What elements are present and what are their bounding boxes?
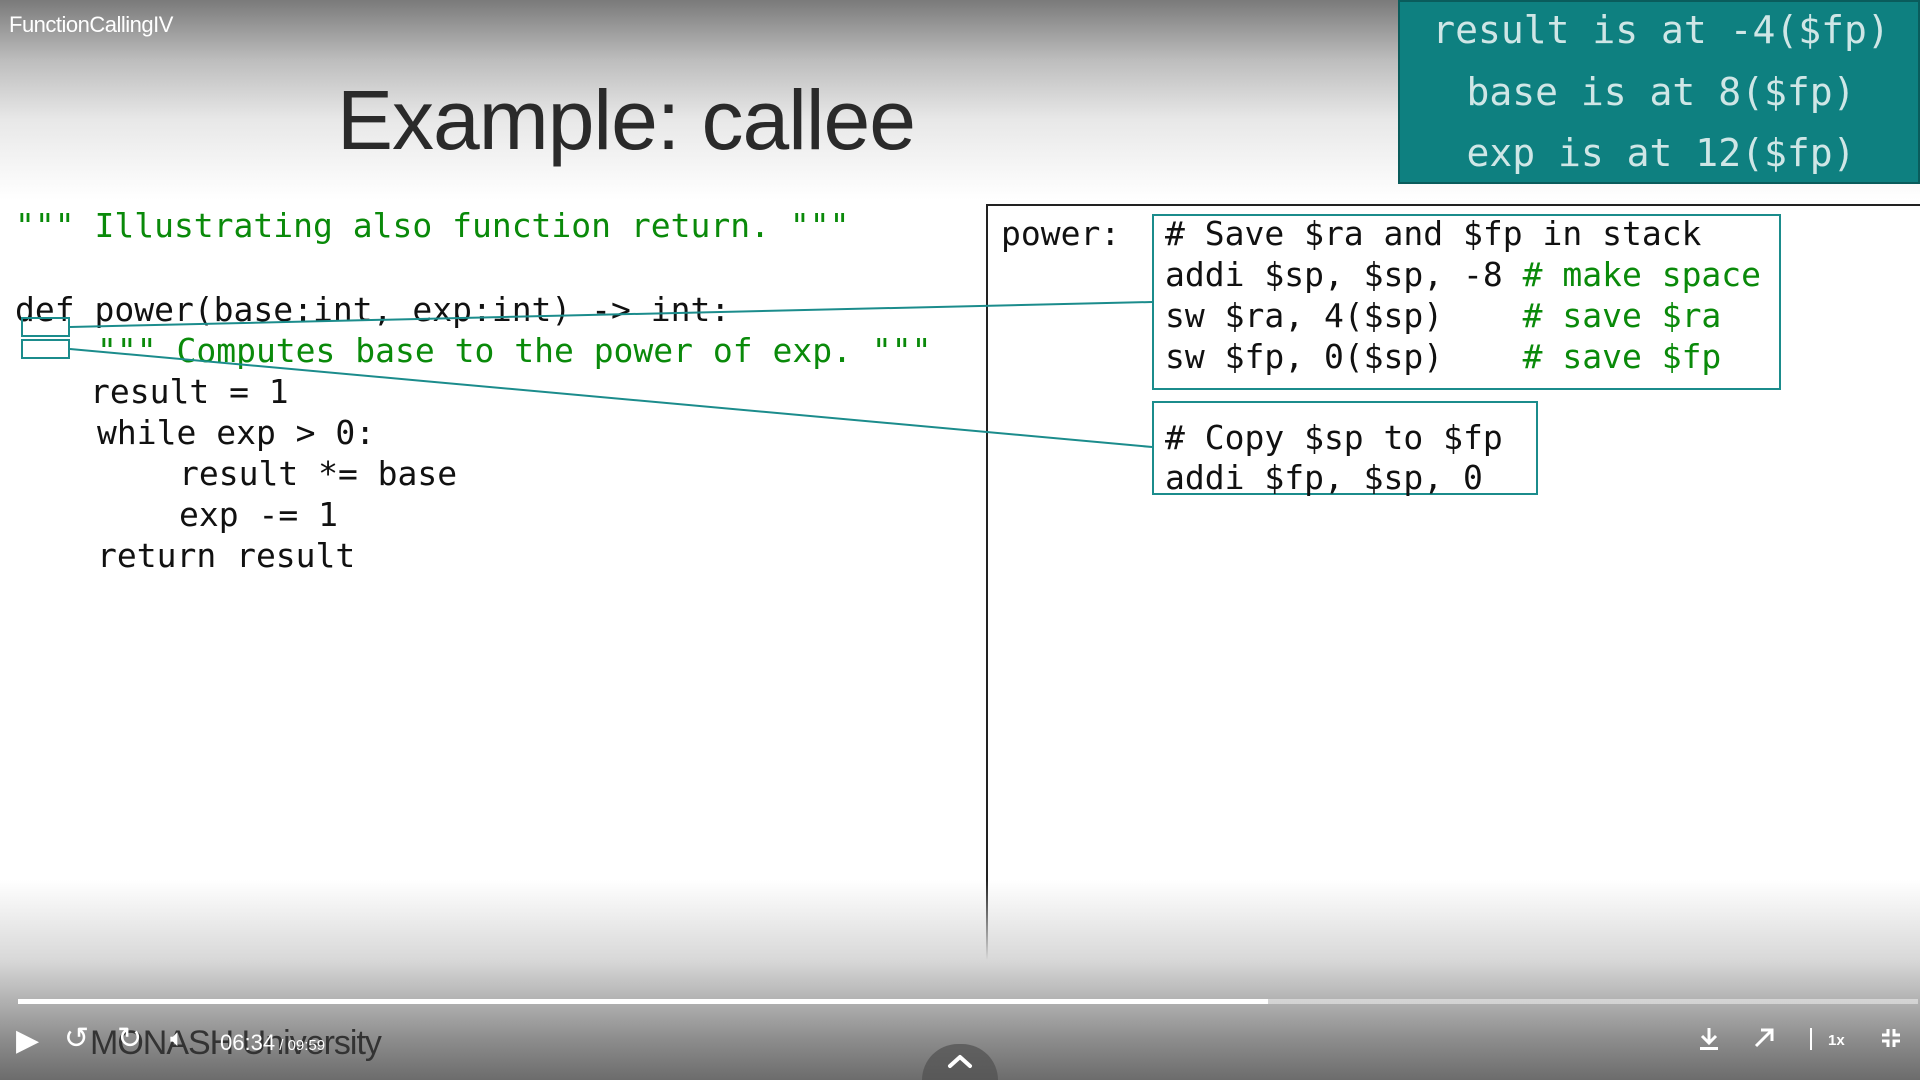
- info-line-result: result is at -4($fp): [1432, 8, 1890, 52]
- asm-sw-ra-comment: # save $ra: [1522, 296, 1722, 335]
- download-icon[interactable]: [1697, 1026, 1721, 1056]
- stack-offsets-box: result is at -4($fp) base is at 8($fp) e…: [1398, 0, 1920, 184]
- asm-label-power: power:: [1001, 214, 1121, 253]
- asm-save-comment: # Save $ra and $fp in stack: [1165, 214, 1702, 253]
- asm-sw-fp-code: sw $fp, 0($sp): [1165, 337, 1523, 376]
- asm-addi-sp-comment: # make space: [1522, 255, 1762, 294]
- share-arrow-icon[interactable]: [1752, 1026, 1776, 1054]
- expand-controls-tab[interactable]: [922, 1044, 998, 1080]
- play-icon[interactable]: ▶: [16, 1026, 39, 1056]
- time-display: 06:34 / 09:59: [220, 1030, 325, 1056]
- forward-10-icon[interactable]: ↻: [117, 1024, 142, 1054]
- info-line-base: base is at 8($fp): [1466, 70, 1856, 114]
- progress-bar-fill: [18, 999, 1269, 1004]
- code-docstring-top: """ Illustrating also function return. "…: [15, 206, 850, 245]
- current-time: 06:34: [220, 1030, 276, 1055]
- asm-sw-ra-code: sw $ra, 4($sp): [1165, 296, 1523, 335]
- asm-sw-fp-comment: # save $fp: [1522, 337, 1722, 376]
- code-while: while exp > 0:: [97, 413, 376, 452]
- playback-speed-button[interactable]: 1x: [1828, 1032, 1845, 1049]
- code-def-line: def power(base:int, exp:int) -> int:: [15, 290, 731, 329]
- chevron-up-icon: [948, 1055, 972, 1068]
- info-line-exp: exp is at 12($fp): [1466, 131, 1856, 175]
- slide-title: Example: callee: [337, 73, 916, 167]
- code-result-init: result = 1: [90, 372, 289, 411]
- video-title: FunctionCallingIV: [9, 12, 173, 37]
- volume-icon[interactable]: 🔈︎: [170, 1027, 184, 1051]
- code-exp-dec: exp -= 1: [179, 495, 338, 534]
- progress-bar[interactable]: [18, 999, 1918, 1004]
- asm-sw-fp: sw $fp, 0($sp) # save $fp: [1165, 337, 1721, 376]
- code-docstring-inner: """ Computes base to the power of exp. "…: [97, 331, 932, 370]
- callout-marker-docstring: [21, 339, 70, 359]
- code-return: return result: [97, 536, 356, 575]
- rewind-10-icon[interactable]: ↺: [64, 1024, 89, 1054]
- asm-addi-sp-code: addi $sp, $sp, -8: [1165, 255, 1523, 294]
- video-player[interactable]: FunctionCallingIV Example: callee result…: [0, 0, 1920, 1080]
- time-separator: /: [275, 1037, 288, 1054]
- callout-marker-def: [21, 317, 70, 337]
- asm-copy-comment: # Copy $sp to $fp: [1165, 418, 1503, 457]
- asm-addi-sp: addi $sp, $sp, -8 # make space: [1165, 255, 1761, 294]
- asm-addi-fp: addi $fp, $sp, 0: [1165, 458, 1483, 497]
- asm-sw-ra: sw $ra, 4($sp) # save $ra: [1165, 296, 1721, 335]
- controls-divider: [1810, 1028, 1812, 1050]
- exit-fullscreen-icon[interactable]: [1880, 1027, 1902, 1053]
- total-time: 09:59: [287, 1037, 326, 1054]
- code-result-mul: result *= base: [179, 454, 458, 493]
